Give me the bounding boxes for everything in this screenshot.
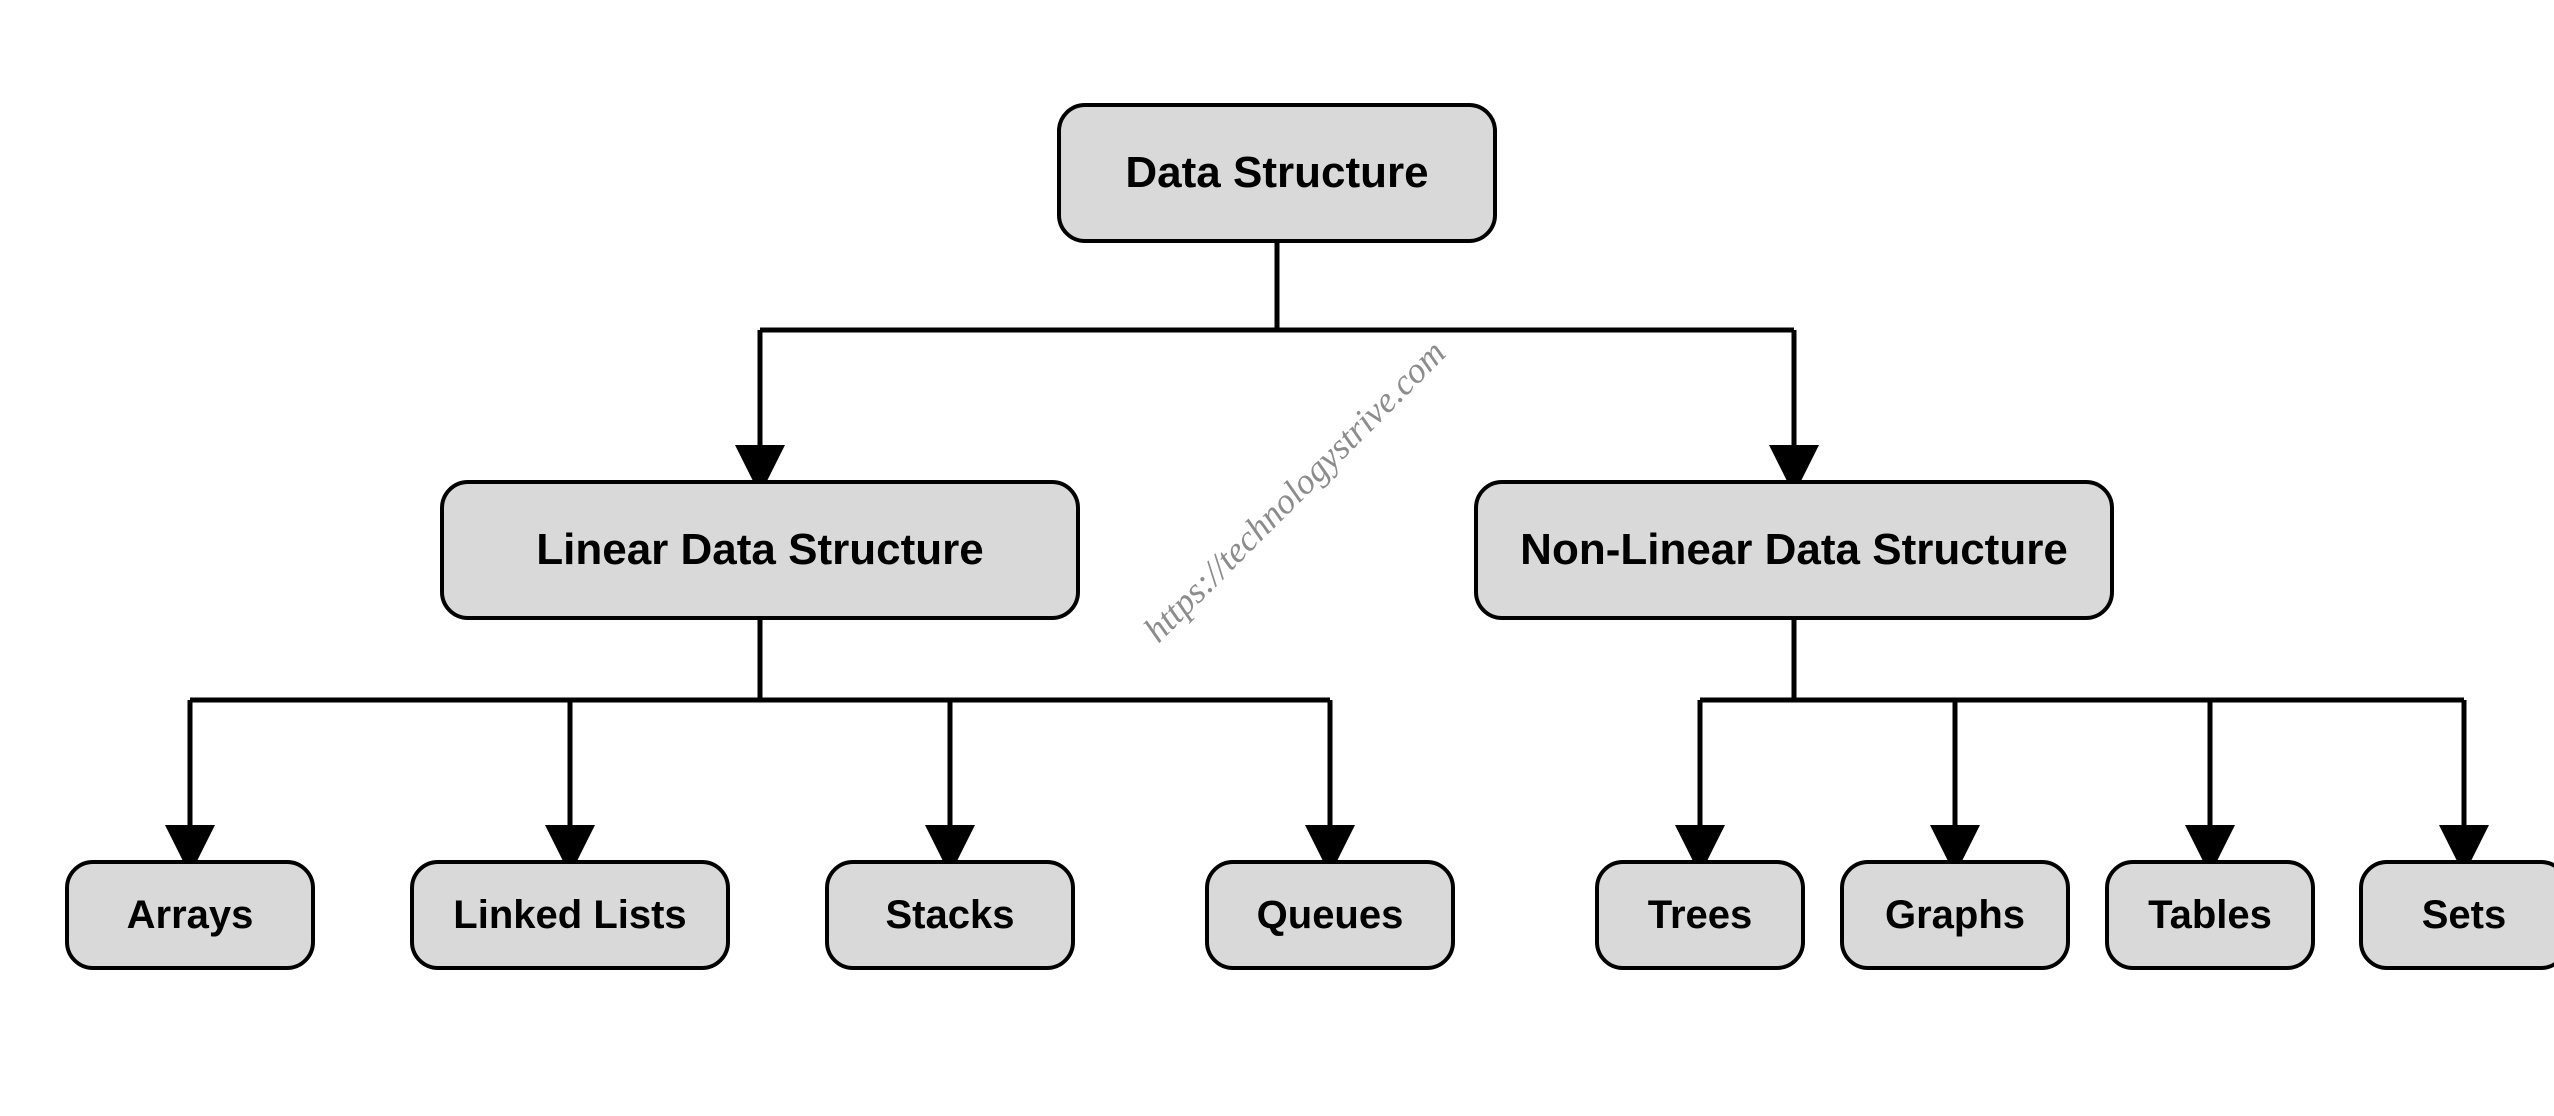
diagram-canvas: Data Structure Linear Data Structure Non…	[0, 0, 2554, 1116]
node-linked-lists-label: Linked Lists	[453, 893, 686, 938]
node-arrays: Arrays	[65, 860, 315, 970]
node-trees-label: Trees	[1648, 893, 1753, 938]
node-root-label: Data Structure	[1125, 148, 1428, 198]
node-linear-label: Linear Data Structure	[536, 525, 983, 575]
watermark: https://technologystrive.com	[1135, 332, 1454, 651]
node-linked-lists: Linked Lists	[410, 860, 730, 970]
node-tables-label: Tables	[2148, 893, 2272, 938]
node-graphs-label: Graphs	[1885, 893, 2025, 938]
node-graphs: Graphs	[1840, 860, 2070, 970]
node-trees: Trees	[1595, 860, 1805, 970]
node-stacks: Stacks	[825, 860, 1075, 970]
node-linear: Linear Data Structure	[440, 480, 1080, 620]
node-nonlinear: Non-Linear Data Structure	[1474, 480, 2114, 620]
node-sets: Sets	[2359, 860, 2554, 970]
node-nonlinear-label: Non-Linear Data Structure	[1520, 525, 2068, 575]
node-sets-label: Sets	[2422, 893, 2507, 938]
node-tables: Tables	[2105, 860, 2315, 970]
watermark-text: https://technologystrive.com	[1136, 332, 1453, 649]
node-arrays-label: Arrays	[127, 893, 254, 938]
node-queues: Queues	[1205, 860, 1455, 970]
node-root: Data Structure	[1057, 103, 1497, 243]
node-stacks-label: Stacks	[886, 893, 1015, 938]
node-queues-label: Queues	[1257, 893, 1404, 938]
